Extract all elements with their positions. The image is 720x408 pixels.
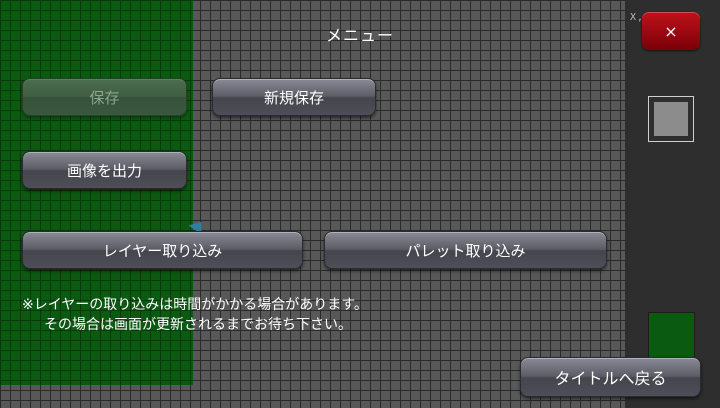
menu-title: メニュー bbox=[325, 26, 394, 45]
current-color-swatch bbox=[654, 102, 688, 136]
import-palette-button-label: パレット取り込み bbox=[405, 241, 526, 260]
import-layer-button[interactable]: レイヤー取り込み bbox=[22, 231, 303, 269]
export-image-button[interactable]: 画像を出力 bbox=[22, 151, 187, 189]
import-notice: ※レイヤーの取り込みは時間がかかる場合があります。 その場合は画面が更新されるま… bbox=[22, 295, 368, 335]
export-image-button-label: 画像を出力 bbox=[66, 161, 142, 180]
secondary-color-swatch[interactable] bbox=[648, 312, 695, 358]
current-color-box[interactable] bbox=[648, 96, 694, 142]
save-button[interactable]: 保存 bbox=[22, 78, 187, 116]
import-palette-button[interactable]: パレット取り込み bbox=[324, 231, 607, 269]
new-save-button-label: 新規保存 bbox=[263, 88, 324, 107]
new-save-button[interactable]: 新規保存 bbox=[212, 78, 376, 116]
back-to-title-button-label: タイトルへ戻る bbox=[554, 369, 667, 388]
back-to-title-button[interactable]: タイトルへ戻る bbox=[520, 357, 701, 397]
import-notice-line-1: ※レイヤーの取り込みは時間がかかる場合があります。 bbox=[22, 297, 368, 313]
import-notice-line-2: その場合は画面が更新されるまでお待ち下さい。 bbox=[44, 317, 352, 333]
save-button-label: 保存 bbox=[89, 88, 120, 107]
import-layer-button-label: レイヤー取り込み bbox=[102, 241, 223, 260]
